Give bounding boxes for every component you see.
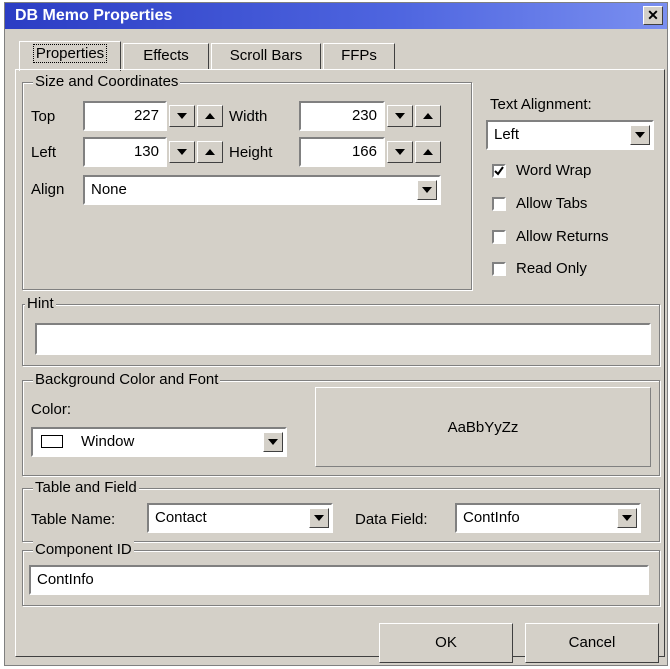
color-label: Color: xyxy=(31,401,72,418)
align-label: Align xyxy=(31,181,65,198)
width-label: Width xyxy=(229,108,268,125)
hint-legend: Hint xyxy=(25,295,56,313)
allow-returns-label: Allow Returns xyxy=(516,228,609,245)
color-dropdown-button[interactable] xyxy=(263,432,283,452)
tab-page-properties: Size and Coordinates Top 227 Width 230 L… xyxy=(15,69,665,657)
font-preview-text: AaBbYyZz xyxy=(447,419,519,436)
data-field-value: ContInfo xyxy=(463,509,520,526)
size-coordinates-legend: Size and Coordinates xyxy=(33,73,181,91)
left-decrement-button[interactable] xyxy=(169,141,195,163)
table-name-label: Table Name: xyxy=(31,511,116,528)
arrow-up-icon xyxy=(423,113,433,119)
cancel-button[interactable]: Cancel xyxy=(525,623,659,663)
data-field-label: Data Field: xyxy=(355,511,428,528)
tab-effects-label: Effects xyxy=(143,47,189,64)
table-name-select[interactable]: Contact xyxy=(147,503,333,533)
left-increment-button[interactable] xyxy=(197,141,223,163)
data-field-select[interactable]: ContInfo xyxy=(455,503,641,533)
arrow-up-icon xyxy=(205,149,215,155)
allow-returns-checkbox[interactable] xyxy=(492,230,506,244)
width-input[interactable]: 230 xyxy=(299,101,385,131)
word-wrap-label: Word Wrap xyxy=(516,162,592,179)
top-label: Top xyxy=(31,108,56,125)
color-swatch xyxy=(41,435,63,448)
data-field-dropdown-button[interactable] xyxy=(617,508,637,528)
height-decrement-button[interactable] xyxy=(387,141,413,163)
hint-group: Hint xyxy=(22,295,660,366)
ok-button[interactable]: OK xyxy=(379,623,513,663)
component-id-legend: Component ID xyxy=(33,541,134,559)
ok-button-label: OK xyxy=(435,634,457,651)
align-select[interactable]: None xyxy=(83,175,441,205)
text-alignment-label: Text Alignment: xyxy=(490,96,592,113)
color-select[interactable]: Window xyxy=(31,427,287,457)
left-label: Left xyxy=(31,144,57,161)
tab-properties[interactable]: Properties xyxy=(19,41,121,71)
component-id-input[interactable]: ContInfo xyxy=(29,565,649,595)
align-dropdown-button[interactable] xyxy=(417,180,437,200)
color-value: Window xyxy=(81,433,135,450)
height-increment-button[interactable] xyxy=(415,141,441,163)
table-name-value: Contact xyxy=(155,509,207,526)
arrow-down-icon xyxy=(177,113,187,119)
arrow-up-icon xyxy=(423,149,433,155)
height-label: Height xyxy=(229,144,273,161)
arrow-up-icon xyxy=(205,113,215,119)
top-increment-button[interactable] xyxy=(197,105,223,127)
checkmark-icon xyxy=(494,166,504,176)
tab-scroll-bars[interactable]: Scroll Bars xyxy=(211,43,321,69)
chevron-down-icon xyxy=(314,515,324,521)
tab-effects[interactable]: Effects xyxy=(123,43,209,69)
align-value: None xyxy=(91,181,127,198)
text-alignment-value: Left xyxy=(494,126,520,143)
top-input[interactable]: 227 xyxy=(83,101,167,131)
chevron-down-icon xyxy=(635,132,645,138)
cancel-button-label: Cancel xyxy=(568,634,616,651)
width-decrement-button[interactable] xyxy=(387,105,413,127)
title-bar[interactable]: DB Memo Properties ✕ xyxy=(5,3,667,29)
allow-tabs-label: Allow Tabs xyxy=(516,195,588,212)
table-field-legend: Table and Field xyxy=(33,479,139,497)
tab-ffps-label: FFPs xyxy=(341,47,377,64)
height-input[interactable]: 166 xyxy=(299,137,385,167)
hint-input[interactable] xyxy=(35,323,651,355)
word-wrap-checkbox[interactable] xyxy=(492,164,506,178)
chevron-down-icon xyxy=(422,187,432,193)
top-decrement-button[interactable] xyxy=(169,105,195,127)
left-input[interactable]: 130 xyxy=(83,137,167,167)
background-font-legend: Background Color and Font xyxy=(33,371,221,389)
size-coordinates-group: Size and Coordinates Top 227 Width 230 L… xyxy=(22,73,472,290)
arrow-down-icon xyxy=(395,113,405,119)
arrow-down-icon xyxy=(177,149,187,155)
component-id-group: Component ID ContInfo xyxy=(22,541,660,606)
close-icon: ✕ xyxy=(647,7,659,23)
properties-dialog: DB Memo Properties ✕ Properties Effects … xyxy=(4,2,668,666)
chevron-down-icon xyxy=(268,439,278,445)
arrow-down-icon xyxy=(395,149,405,155)
tab-scroll-bars-label: Scroll Bars xyxy=(229,47,303,64)
font-preview-button[interactable]: AaBbYyZz xyxy=(315,387,651,467)
window-title: DB Memo Properties xyxy=(15,7,173,24)
chevron-down-icon xyxy=(622,515,632,521)
read-only-label: Read Only xyxy=(516,260,587,277)
text-alignment-select[interactable]: Left xyxy=(486,120,654,150)
table-name-dropdown-button[interactable] xyxy=(309,508,329,528)
text-alignment-dropdown-button[interactable] xyxy=(630,125,650,145)
tab-ffps[interactable]: FFPs xyxy=(323,43,395,69)
width-increment-button[interactable] xyxy=(415,105,441,127)
allow-tabs-checkbox[interactable] xyxy=(492,197,506,211)
background-font-group: Background Color and Font Color: Window … xyxy=(22,371,660,476)
read-only-checkbox[interactable] xyxy=(492,262,506,276)
tab-properties-label: Properties xyxy=(32,44,108,63)
close-button[interactable]: ✕ xyxy=(643,6,663,25)
table-field-group: Table and Field Table Name: Contact Data… xyxy=(22,479,660,542)
